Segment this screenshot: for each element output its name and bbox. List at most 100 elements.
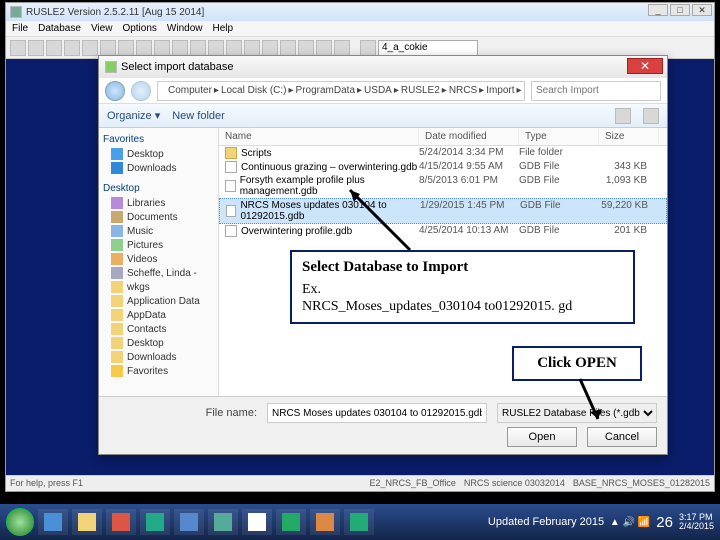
tray-icons[interactable]: ▲ 🔊 📶 — [610, 517, 650, 528]
dialog-toolbar: Organize ▾ New folder — [99, 104, 667, 128]
toolbar-icon[interactable] — [208, 40, 224, 56]
toolbar-icon[interactable] — [262, 40, 278, 56]
sidebar-item-music[interactable]: Music — [99, 224, 218, 238]
sidebar-item-libraries[interactable]: Libraries — [99, 196, 218, 210]
breadcrumb-part[interactable]: Computer — [168, 85, 212, 96]
sidebar-item[interactable]: Desktop — [99, 336, 218, 350]
sidebar-item-downloads[interactable]: Downloads — [99, 161, 218, 175]
toolbar-icon[interactable] — [46, 40, 62, 56]
toolbar-icon[interactable] — [82, 40, 98, 56]
list-item[interactable]: Continuous grazing – overwintering.gdb 4… — [219, 160, 667, 174]
search-input[interactable] — [531, 81, 661, 101]
toolbar-icon[interactable] — [280, 40, 296, 56]
toolbar-icon[interactable] — [226, 40, 242, 56]
breadcrumb-part[interactable]: ProgramData — [296, 85, 355, 96]
sidebar-item-pictures[interactable]: Pictures — [99, 238, 218, 252]
menu-help[interactable]: Help — [212, 23, 233, 34]
view-icon[interactable] — [615, 108, 631, 124]
taskbar-item[interactable] — [106, 509, 136, 535]
maximize-button[interactable]: □ — [670, 4, 690, 16]
callout-ex: Ex. — [302, 281, 623, 299]
toolbar-input[interactable] — [378, 40, 478, 56]
toolbar-icon[interactable] — [118, 40, 134, 56]
music-icon — [111, 225, 123, 237]
breadcrumb-part[interactable]: USDA — [364, 85, 392, 96]
callout-open-text: Click OPEN — [537, 355, 617, 371]
toolbar-icon[interactable] — [298, 40, 314, 56]
taskbar-item[interactable] — [174, 509, 204, 535]
taskbar-item[interactable] — [38, 509, 68, 535]
sidebar-item[interactable]: Downloads — [99, 350, 218, 364]
sidebar-item-user[interactable]: Scheffe, Linda - — [99, 266, 218, 280]
status-bar: For help, press F1 E2_NRCS_FB_Office NRC… — [6, 475, 714, 491]
dialog-titlebar: Select import database ✕ — [99, 56, 667, 78]
file-icon — [225, 180, 236, 192]
filename-input[interactable] — [267, 403, 487, 423]
toolbar-icon[interactable] — [154, 40, 170, 56]
toolbar-icon[interactable] — [10, 40, 26, 56]
taskbar-text: Updated February 2015 — [488, 516, 604, 528]
breadcrumb-part[interactable]: NRCS — [449, 85, 477, 96]
dialog-close-button[interactable]: ✕ — [627, 58, 663, 74]
list-item[interactable]: Forsyth example profile plus management.… — [219, 174, 667, 198]
pictures-icon — [111, 239, 123, 251]
nav-forward-button[interactable] — [131, 81, 151, 101]
start-button[interactable] — [6, 508, 34, 536]
list-item-selected[interactable]: NRCS Moses updates 030104 to 01292015.gd… — [219, 198, 667, 224]
help-icon[interactable] — [643, 108, 659, 124]
callout-filename: NRCS_Moses_updates_030104 to01292015. gd — [302, 298, 623, 316]
sidebar-item[interactable]: AppData — [99, 308, 218, 322]
list-item[interactable]: Overwintering profile.gdb 4/25/2014 10:1… — [219, 224, 667, 238]
menu-window[interactable]: Window — [167, 23, 203, 34]
taskbar-item[interactable] — [140, 509, 170, 535]
sidebar-item[interactable]: Application Data — [99, 294, 218, 308]
sidebar-item-documents[interactable]: Documents — [99, 210, 218, 224]
toolbar-icon[interactable] — [136, 40, 152, 56]
toolbar-icon[interactable] — [334, 40, 350, 56]
breadcrumb[interactable]: Computer▸ Local Disk (C:)▸ ProgramData▸ … — [157, 81, 525, 101]
toolbar-icon[interactable] — [64, 40, 80, 56]
toolbar-icon[interactable] — [360, 40, 376, 56]
sidebar-item-desktop[interactable]: Desktop — [99, 147, 218, 161]
dialog-sidebar: Favorites Desktop Downloads Desktop Libr… — [99, 128, 219, 396]
minimize-button[interactable]: _ — [648, 4, 668, 16]
menu-view[interactable]: View — [91, 23, 113, 34]
menu-database[interactable]: Database — [38, 23, 81, 34]
dialog-icon — [105, 61, 117, 73]
toolbar-icon[interactable] — [28, 40, 44, 56]
taskbar-item[interactable] — [242, 509, 272, 535]
folder-icon — [111, 309, 123, 321]
toolbar-icon[interactable] — [100, 40, 116, 56]
filename-label: File name: — [206, 407, 257, 419]
app-title: RUSLE2 Version 2.5.2.11 [Aug 15 2014] — [26, 7, 204, 18]
status-left: For help, press F1 — [10, 478, 83, 489]
organize-button[interactable]: Organize ▾ — [107, 109, 160, 122]
column-header[interactable]: Name Date modified Type Size — [219, 128, 667, 146]
breadcrumb-part[interactable]: Local Disk (C:) — [221, 85, 287, 96]
breadcrumb-part[interactable]: Import — [486, 85, 514, 96]
taskbar-item[interactable] — [310, 509, 340, 535]
nav-back-button[interactable] — [105, 81, 125, 101]
taskbar-item[interactable] — [208, 509, 238, 535]
toolbar-icon[interactable] — [316, 40, 332, 56]
taskbar-item[interactable] — [276, 509, 306, 535]
toolbar-icon[interactable] — [190, 40, 206, 56]
sidebar-item[interactable]: Favorites — [99, 364, 218, 378]
open-button[interactable]: Open — [507, 427, 577, 447]
cancel-button[interactable]: Cancel — [587, 427, 657, 447]
toolbar-icon[interactable] — [172, 40, 188, 56]
sidebar-item[interactable]: Contacts — [99, 322, 218, 336]
breadcrumb-part[interactable]: RUSLE2 — [401, 85, 440, 96]
taskbar-item[interactable] — [344, 509, 374, 535]
close-button[interactable]: ✕ — [692, 4, 712, 16]
menu-options[interactable]: Options — [122, 23, 156, 34]
filetype-select[interactable]: RUSLE2 Database Files (*.gdb) — [497, 403, 657, 423]
list-item[interactable]: Scripts 5/24/2014 3:34 PMFile folder — [219, 146, 667, 160]
col-size: Size — [599, 128, 659, 145]
toolbar-icon[interactable] — [244, 40, 260, 56]
sidebar-item-videos[interactable]: Videos — [99, 252, 218, 266]
sidebar-item[interactable]: wkgs — [99, 280, 218, 294]
taskbar-item[interactable] — [72, 509, 102, 535]
menu-file[interactable]: File — [12, 23, 28, 34]
new-folder-button[interactable]: New folder — [172, 110, 225, 122]
